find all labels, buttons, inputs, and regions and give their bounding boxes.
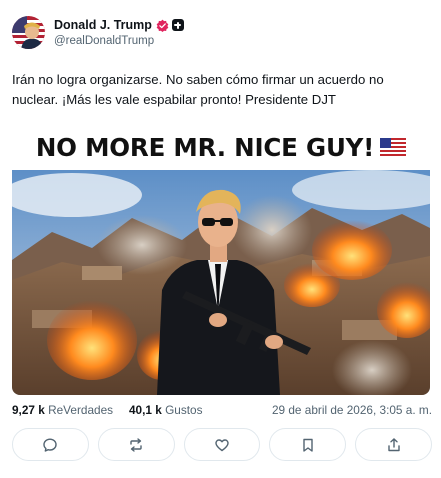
author-handle[interactable]: @realDonaldTrump [54,35,154,47]
image-banner: NO MORE MR. NICE GUY! [12,124,430,170]
retruth-button[interactable] [97,428,175,461]
us-flag-icon [380,138,407,156]
retruth-icon [130,437,142,452]
share-button[interactable] [355,428,432,461]
reposts-stat[interactable]: 9,27 k ReVerdades [12,403,113,417]
banner-text: NO MORE MR. NICE GUY! [35,132,375,162]
reposts-count: 9,27 k [12,403,45,417]
author-name[interactable]: Donald J. Trump [54,18,152,32]
scene-illustration [12,170,430,395]
likes-stat[interactable]: 40,1 k Gustos [129,403,202,417]
post-header: Donald J. Trump @realDonaldTrump [12,14,429,54]
affiliate-plus-icon [171,19,184,31]
reply-button[interactable] [12,428,89,461]
avatar[interactable] [12,16,45,49]
bookmark-icon [303,438,313,452]
action-bar [12,428,432,462]
post-text: Irán no logra organizarse. No saben cómo… [12,72,384,107]
post-timestamp[interactable]: 29 de abril de 2026, 3:05 a. m. [272,403,432,417]
share-icon [387,437,400,451]
bookmark-button[interactable] [269,428,347,461]
likes-count: 40,1 k [129,403,162,417]
like-button[interactable] [183,428,261,461]
post-image[interactable]: NO MORE MR. NICE GUY! [12,124,430,395]
verified-badge-icon [156,19,169,32]
reposts-label: ReVerdades [48,403,114,417]
likes-label: Gustos [165,403,203,417]
post-stats: 9,27 k ReVerdades 40,1 k Gustos 29 de ab… [12,403,432,419]
reply-icon [43,438,58,452]
like-icon [215,438,229,451]
